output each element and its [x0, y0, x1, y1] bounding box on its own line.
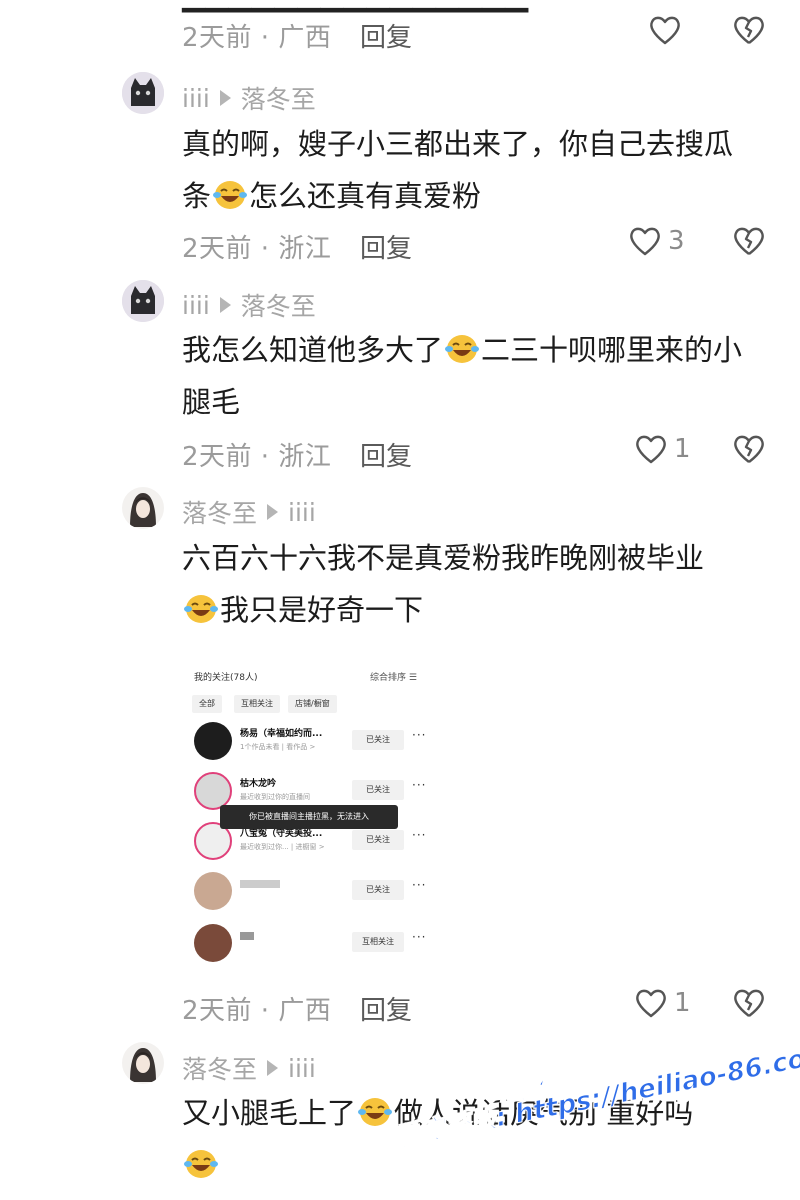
follow-name [240, 932, 254, 940]
blocked-toast: 你已被直播间主播拉黑，无法进入 [220, 805, 398, 829]
comment-meta: 2天前 · 广西 [182, 996, 332, 1026]
reply-to-username[interactable]: iiii [288, 1054, 316, 1083]
heart-icon [650, 16, 680, 45]
follow-avatar [194, 924, 232, 962]
follow-status-button: 已关注 [352, 780, 404, 800]
crying-laughing-emoji-icon [358, 1098, 393, 1126]
reply-header: 落冬至 iiii [182, 1050, 316, 1086]
follow-row: 杨易（幸福如约而... 1个作品未看 | 看作品 > 已关注 ··· [190, 718, 430, 768]
like-button[interactable]: 1 [634, 433, 691, 465]
follow-name: 杨易（幸福如约而... [240, 729, 323, 739]
follow-status-button: 互相关注 [352, 932, 404, 952]
username[interactable]: iiii [182, 84, 210, 113]
more-icon: ··· [412, 930, 427, 944]
follow-avatar [194, 722, 232, 760]
reply-to-username[interactable]: 落冬至 [241, 287, 316, 323]
reply-header: iiii 落冬至 [182, 287, 316, 323]
reply-button[interactable]: 回复 [360, 228, 412, 265]
avatar[interactable] [122, 487, 164, 529]
follow-subtitle: 最近收到过你的直播间 [240, 793, 310, 801]
comment-text-line: 六百六十六我不是真爱粉我昨晚刚被毕业 [182, 541, 705, 575]
reply-header: iiii 落冬至 [182, 80, 316, 116]
more-icon: ··· [412, 828, 427, 842]
filter-chip-shop: 店铺/橱窗 [288, 695, 337, 713]
broken-heart-icon [734, 16, 764, 44]
crying-laughing-emoji-icon [184, 1150, 218, 1178]
like-count: 1 [674, 988, 691, 1018]
comment-text-line: 腿毛 [182, 385, 241, 419]
comment-text-line [182, 1139, 772, 1191]
more-icon: ··· [412, 878, 427, 892]
follow-name: 枯木龙吟 [240, 779, 277, 789]
follow-name [240, 880, 280, 888]
dislike-button[interactable] [732, 433, 766, 469]
reply-to-arrow-icon [267, 504, 279, 520]
reply-to-arrow-icon [219, 297, 231, 313]
reply-to-username[interactable]: 落冬至 [241, 80, 316, 116]
reply-button[interactable]: 回复 [360, 17, 412, 54]
username[interactable]: iiii [182, 291, 210, 320]
follow-status-button: 已关注 [352, 730, 404, 750]
more-icon: ··· [412, 728, 427, 742]
reply-to-arrow-icon [267, 1060, 279, 1076]
reply-button[interactable]: 回复 [360, 990, 412, 1027]
dislike-button[interactable] [732, 225, 766, 261]
avatar[interactable] [122, 72, 164, 114]
follow-subtitle: 最近收到过你... | 进橱窗 > [240, 843, 325, 851]
like-count: 1 [674, 434, 691, 464]
comment-text-line: 真的啊，嫂子小三都出来了，你自己去搜瓜 [182, 127, 734, 161]
heart-icon [636, 989, 666, 1018]
broken-heart-icon [734, 435, 764, 463]
reply-button[interactable]: 回复 [360, 436, 412, 473]
comment-text-line: 我怎么知道他多大了 二三十呗哪里来的小 [182, 333, 743, 367]
comment-text: 我怎么知道他多大了 二三十呗哪里来的小 腿毛 [182, 324, 772, 428]
clipped-comment-text: ▁▁▁▁▁▁▁▁▁▁▁▁▁▁▁ [182, 0, 528, 13]
reply-to-username[interactable]: iiii [288, 498, 316, 527]
heart-icon [636, 435, 666, 464]
broken-heart-icon [734, 989, 764, 1017]
avatar[interactable] [122, 280, 164, 322]
follow-subtitle: 1个作品未看 | 看作品 > [240, 743, 316, 751]
comment-meta: 2天前 · 广西 [182, 23, 332, 53]
reply-to-arrow-icon [219, 90, 231, 106]
like-count: 3 [668, 226, 685, 256]
follow-avatar [194, 872, 232, 910]
follow-list-title: 我的关注(78人) [194, 673, 258, 683]
sort-label: 综合排序 ☰ [370, 673, 417, 683]
username[interactable]: 落冬至 [182, 494, 257, 530]
follow-row: 互相关注 ··· [190, 920, 430, 970]
filter-chip-all: 全部 [192, 695, 222, 713]
like-button[interactable]: 3 [628, 225, 685, 257]
heart-icon [630, 227, 660, 256]
comment-meta: 2天前 · 浙江 [182, 442, 332, 472]
broken-heart-icon [734, 227, 764, 255]
comment-text-line: 条怎么还真有真爱粉 [182, 179, 482, 213]
like-button[interactable]: 1 [634, 987, 691, 1019]
filter-chip-mutual: 互相关注 [234, 695, 280, 713]
follow-row: 已关注 ··· [190, 868, 430, 918]
laughing-tears-emoji-icon [184, 595, 218, 623]
like-button[interactable] [648, 14, 682, 46]
comment-text-line: 我只是好奇一下 [182, 584, 772, 636]
comment-text: 真的啊，嫂子小三都出来了，你自己去搜瓜 条怎么还真有真爱粉 [182, 118, 772, 222]
username[interactable]: 落冬至 [182, 1050, 257, 1086]
comment-text: 六百六十六我不是真爱粉我昨晚刚被毕业 我只是好奇一下 [182, 532, 772, 636]
laughing-tears-emoji-icon [445, 335, 480, 363]
follow-status-button: 已关注 [352, 830, 404, 850]
dislike-button[interactable] [732, 987, 766, 1023]
laughing-tears-emoji-icon [213, 181, 248, 209]
more-icon: ··· [412, 778, 427, 792]
comment-attached-image[interactable]: 我的关注(78人) 综合排序 ☰ 全部 互相关注 店铺/橱窗 杨易（幸福如约而.… [180, 630, 435, 975]
avatar[interactable] [122, 1042, 164, 1084]
comment-meta: 2天前 · 浙江 [182, 234, 332, 264]
follow-status-button: 已关注 [352, 880, 404, 900]
reply-header: 落冬至 iiii [182, 494, 316, 530]
dislike-button[interactable] [732, 14, 766, 50]
